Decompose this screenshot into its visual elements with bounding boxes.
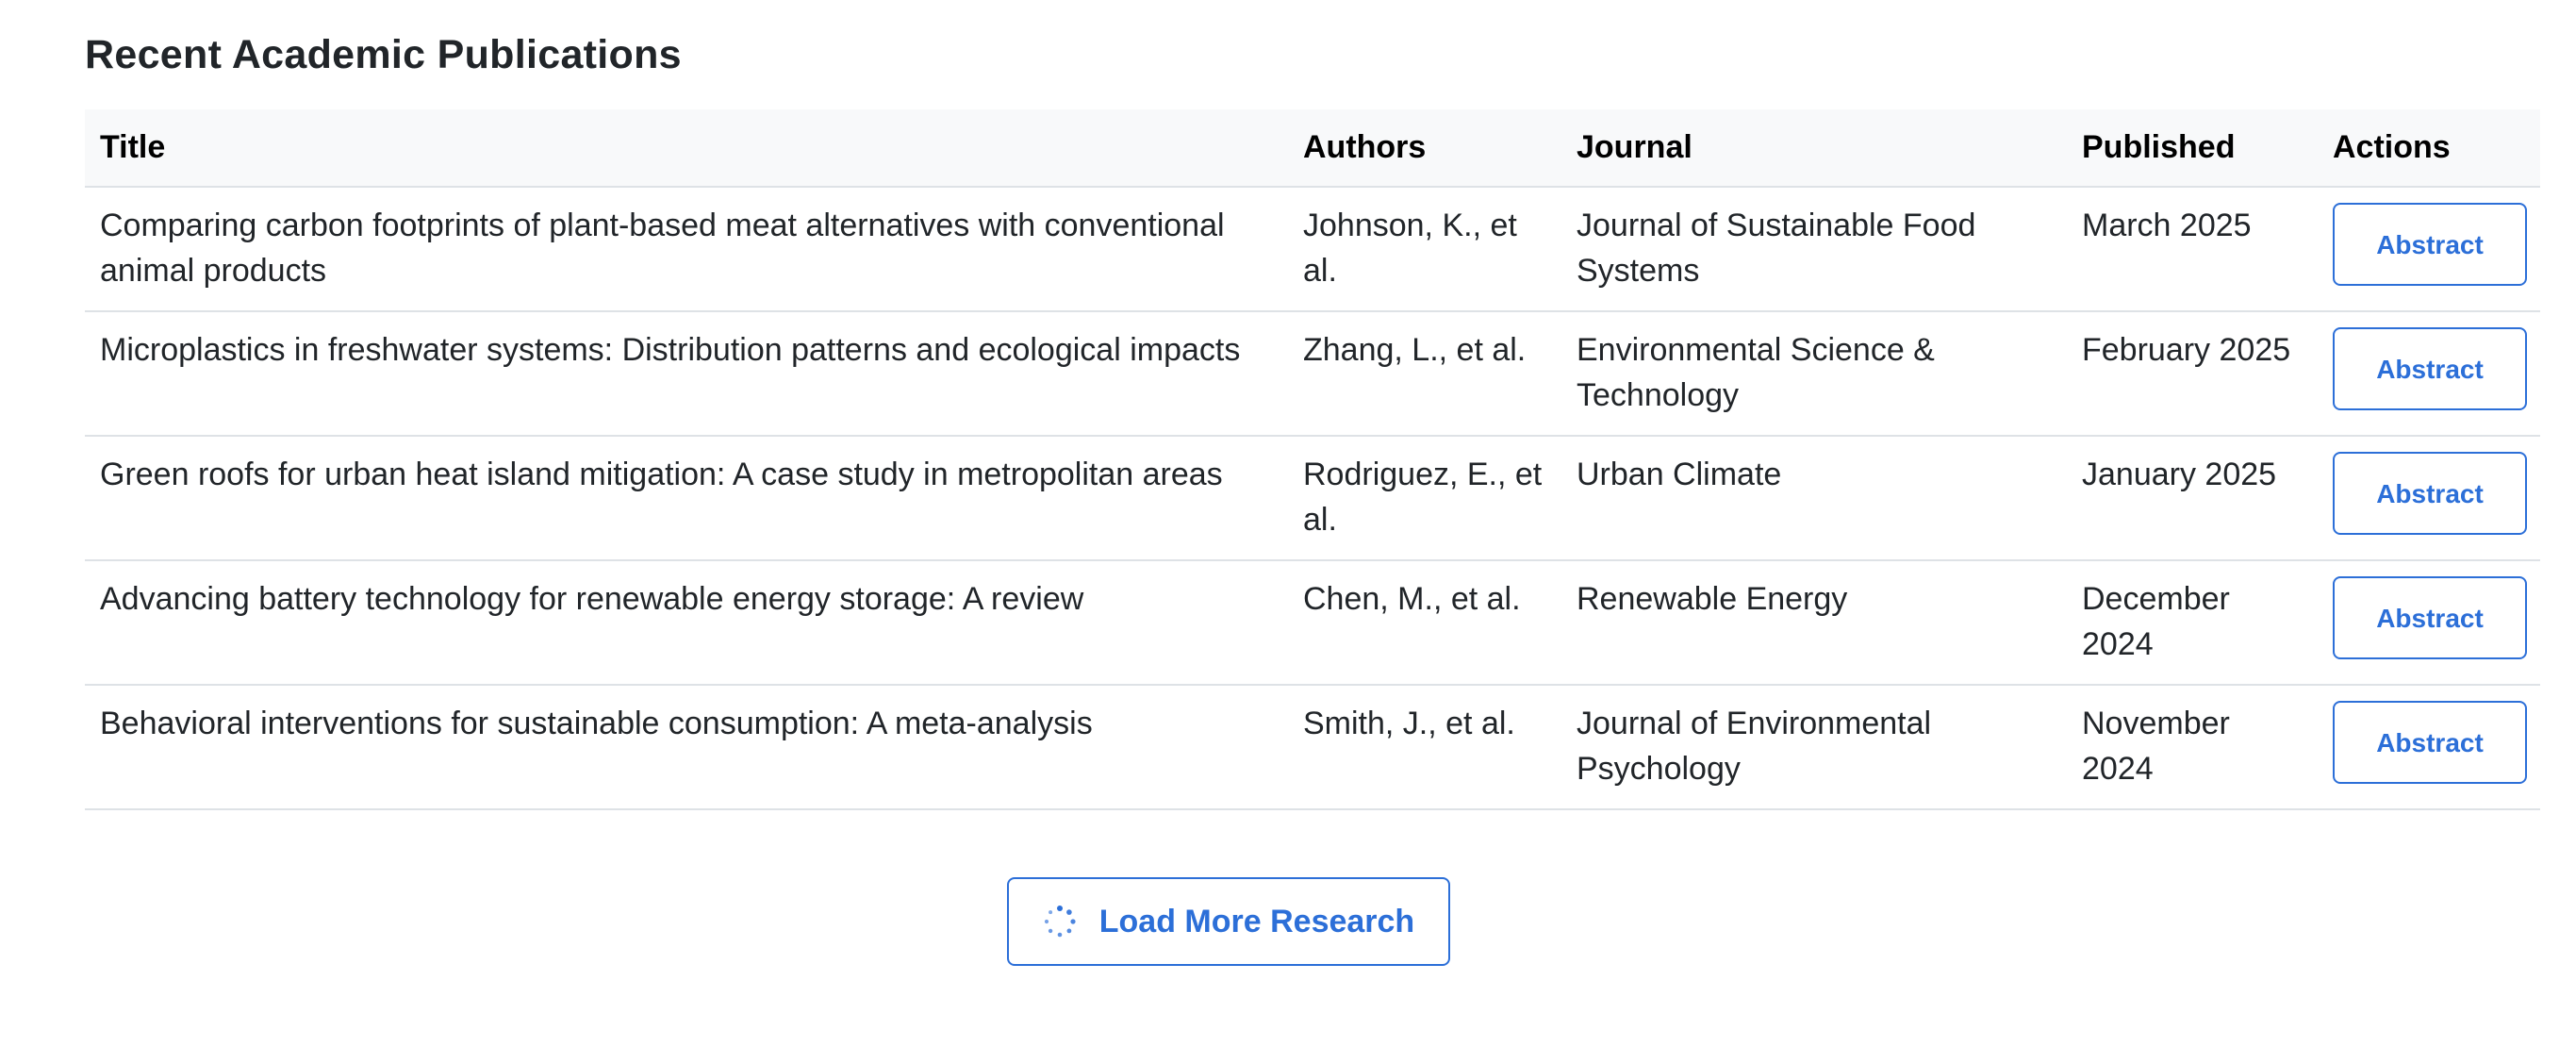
column-header-authors: Authors (1288, 109, 1561, 188)
column-header-actions: Actions (2318, 109, 2540, 188)
load-more-label: Load More Research (1098, 903, 1415, 939)
column-header-title: Title (85, 109, 1288, 188)
cell-journal: Environmental Science & Technology (1561, 311, 2067, 437)
cell-actions: Abstract (2318, 560, 2540, 686)
publications-table: Title Authors Journal Published Actions … (85, 109, 2540, 810)
cell-authors: Zhang, L., et al. (1288, 311, 1561, 437)
cell-title: Green roofs for urban heat island mitiga… (85, 436, 1288, 561)
abstract-button[interactable]: Abstract (2333, 203, 2527, 286)
cell-title: Behavioral interventions for sustainable… (85, 685, 1288, 810)
table-row: Microplastics in freshwater systems: Dis… (85, 311, 2540, 437)
cell-authors: Johnson, K., et al. (1288, 187, 1561, 312)
cell-authors: Rodriguez, E., et al. (1288, 436, 1561, 561)
cell-title: Advancing battery technology for renewab… (85, 560, 1288, 686)
cell-title: Microplastics in freshwater systems: Dis… (85, 311, 1288, 437)
cell-journal: Renewable Energy (1561, 560, 2067, 686)
table-row: Behavioral interventions for sustainable… (85, 685, 2540, 810)
cell-published: November 2024 (2067, 685, 2318, 810)
cell-published: January 2025 (2067, 436, 2318, 561)
cell-journal: Urban Climate (1561, 436, 2067, 561)
cell-published: December 2024 (2067, 560, 2318, 686)
cell-actions: Abstract (2318, 685, 2540, 810)
cell-actions: Abstract (2318, 311, 2540, 437)
table-body: Comparing carbon footprints of plant-bas… (85, 187, 2540, 810)
column-header-journal: Journal (1561, 109, 2067, 188)
cell-journal: Journal of Sustainable Food Systems (1561, 187, 2067, 312)
section-title: Recent Academic Publications (85, 32, 682, 77)
cell-published: March 2025 (2067, 187, 2318, 312)
abstract-button[interactable]: Abstract (2333, 701, 2527, 784)
abstract-button[interactable]: Abstract (2333, 452, 2527, 535)
cell-authors: Smith, J., et al. (1288, 685, 1561, 810)
cell-title: Comparing carbon footprints of plant-bas… (85, 187, 1288, 312)
cell-published: February 2025 (2067, 311, 2318, 437)
cell-journal: Journal of Environmental Psychology (1561, 685, 2067, 810)
cell-actions: Abstract (2318, 436, 2540, 561)
abstract-button[interactable]: Abstract (2333, 327, 2527, 410)
table-header: Title Authors Journal Published Actions (85, 109, 2540, 188)
load-more-button[interactable]: Load More Research (1007, 877, 1450, 966)
cell-actions: Abstract (2318, 187, 2540, 312)
table-row: Green roofs for urban heat island mitiga… (85, 436, 2540, 561)
abstract-button[interactable]: Abstract (2333, 576, 2527, 659)
column-header-published: Published (2067, 109, 2318, 188)
cell-authors: Chen, M., et al. (1288, 560, 1561, 686)
spinner-icon (1043, 905, 1077, 939)
table-row: Advancing battery technology for renewab… (85, 560, 2540, 686)
table-row: Comparing carbon footprints of plant-bas… (85, 187, 2540, 312)
header-row: Title Authors Journal Published Actions (85, 109, 2540, 188)
